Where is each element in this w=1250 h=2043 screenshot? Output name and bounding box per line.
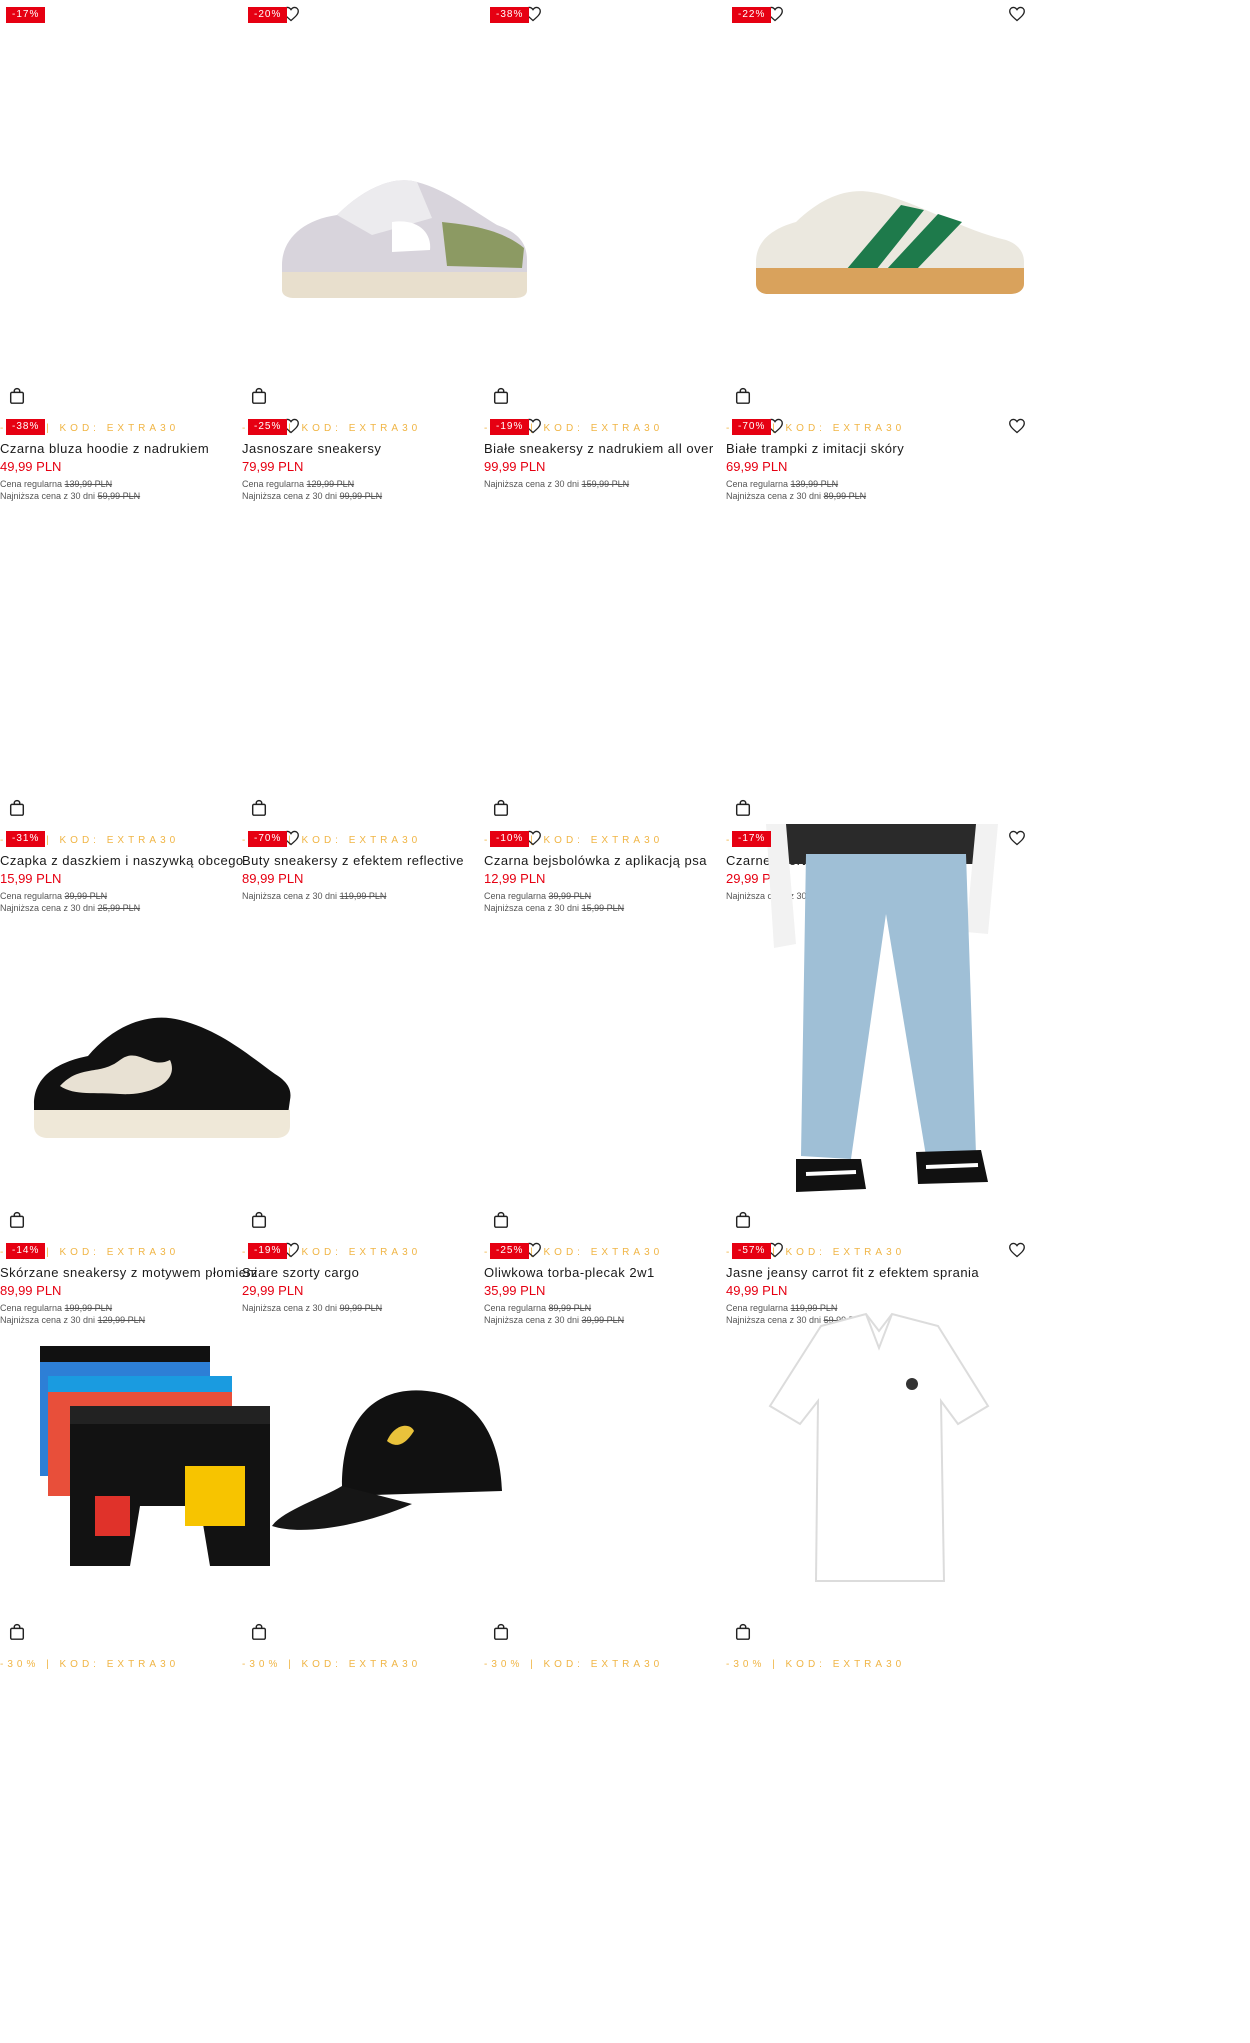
discount-badge: -19% (490, 419, 530, 435)
shopping-bag-icon[interactable] (734, 1623, 752, 1641)
discount-badge: -14% (6, 1243, 46, 1259)
heart-icon[interactable] (1008, 6, 1026, 22)
shopping-bag-icon[interactable] (8, 799, 26, 817)
shopping-bag-icon[interactable] (734, 799, 752, 817)
shopping-bag-icon[interactable] (250, 799, 268, 817)
shopping-bag-icon[interactable] (492, 1211, 510, 1229)
discount-badge: -20% (248, 7, 288, 23)
promo-code-label: -30% | KOD: EXTRA30 (484, 1659, 664, 1670)
heart-icon[interactable] (1008, 418, 1026, 434)
shopping-bag-icon[interactable] (250, 387, 268, 405)
discount-badge: -10% (490, 831, 530, 847)
promo-code-label: -30% | KOD: EXTRA30 (0, 1659, 180, 1670)
discount-badge: -57% (732, 1243, 772, 1259)
product-image[interactable] (726, 412, 1032, 792)
discount-badge: -70% (248, 831, 288, 847)
product-grid: -17% -30% | KOD: EXTRA30 Czarna bluza ho… (0, 0, 1250, 2043)
shopping-bag-icon[interactable] (492, 799, 510, 817)
promo-code-label: -30% | KOD: EXTRA30 (242, 1659, 422, 1670)
discount-badge: -25% (248, 419, 288, 435)
discount-badge: -17% (732, 831, 772, 847)
product-image[interactable] (726, 824, 1032, 1204)
shopping-bag-icon[interactable] (8, 1211, 26, 1229)
heart-icon[interactable] (1008, 830, 1026, 846)
product-card[interactable]: -57% -30% | KOD: EXTRA30 (726, 1236, 1032, 1766)
shopping-bag-icon[interactable] (250, 1211, 268, 1229)
heart-icon[interactable] (1008, 1242, 1026, 1258)
discount-badge: -19% (248, 1243, 288, 1259)
discount-badge: -38% (6, 419, 46, 435)
shopping-bag-icon[interactable] (734, 1211, 752, 1229)
shopping-bag-icon[interactable] (8, 1623, 26, 1641)
discount-badge: -38% (490, 7, 530, 23)
discount-badge: -25% (490, 1243, 530, 1259)
product-image[interactable] (726, 0, 1032, 380)
discount-badge: -22% (732, 7, 772, 23)
discount-badge: -70% (732, 419, 772, 435)
shopping-bag-icon[interactable] (492, 1623, 510, 1641)
discount-badge: -17% (6, 7, 46, 23)
discount-badge: -31% (6, 831, 46, 847)
shopping-bag-icon[interactable] (8, 387, 26, 405)
shopping-bag-icon[interactable] (734, 387, 752, 405)
product-image[interactable] (726, 1236, 1032, 1616)
shopping-bag-icon[interactable] (492, 387, 510, 405)
promo-code-label: -30% | KOD: EXTRA30 (726, 1659, 906, 1670)
shopping-bag-icon[interactable] (250, 1623, 268, 1641)
